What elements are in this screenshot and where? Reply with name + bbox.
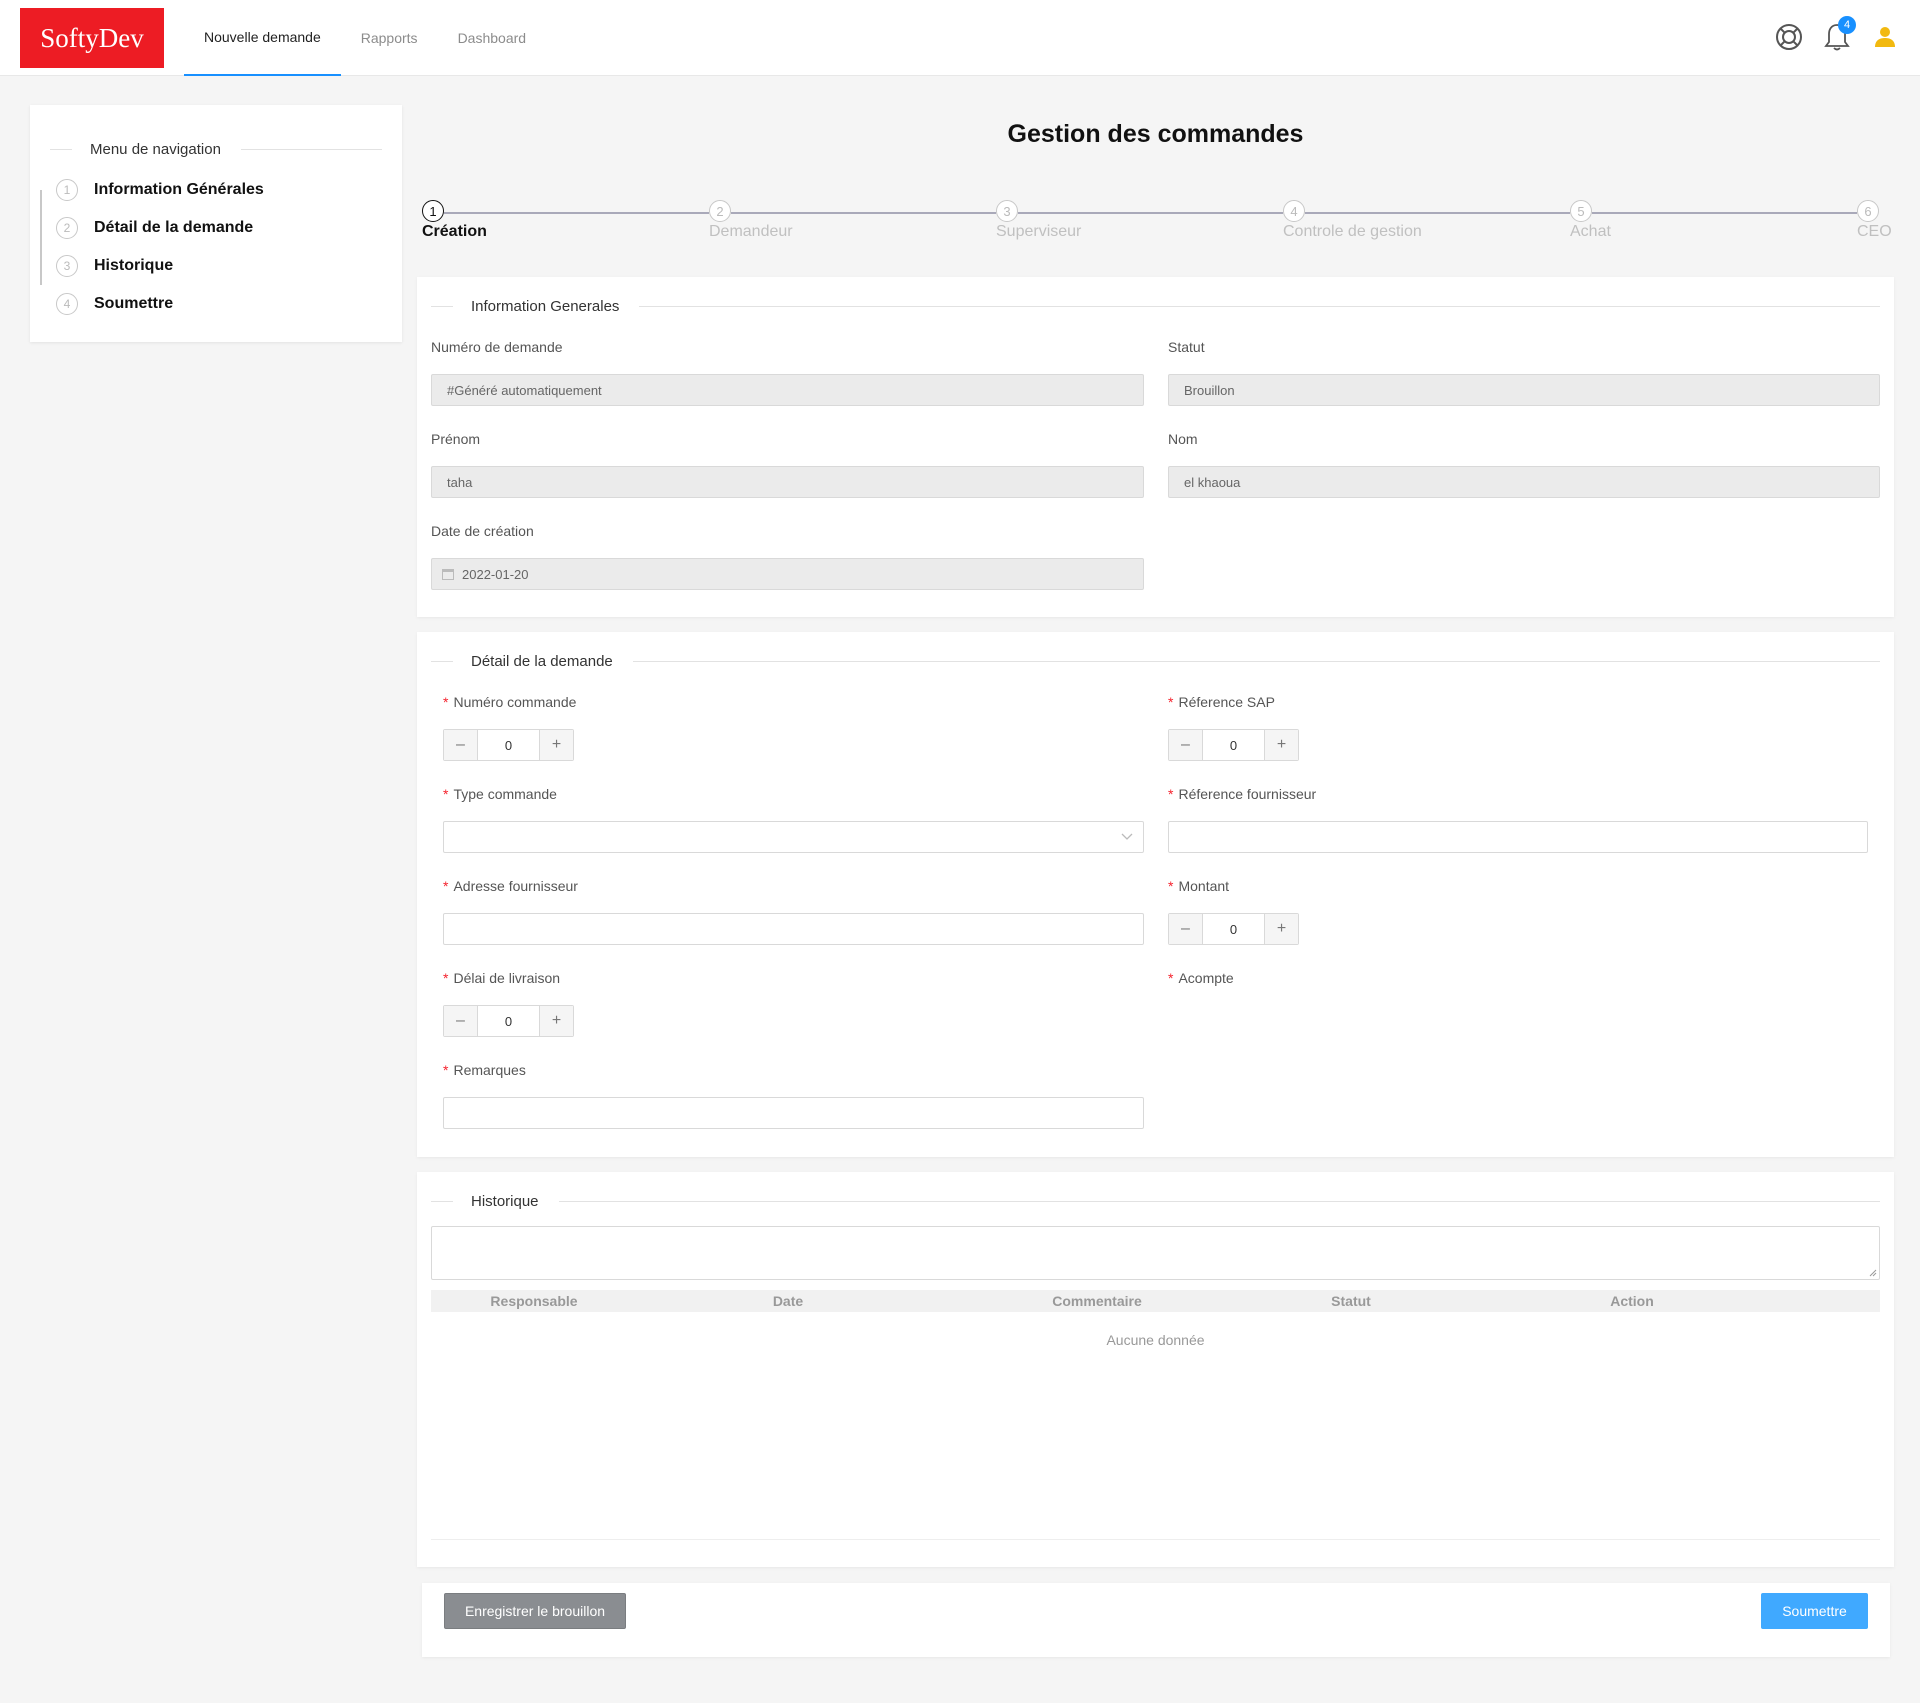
sidebar-steps: 1 Information Générales 2 Détail de la d… bbox=[56, 171, 264, 323]
nav-nouvelle-demande[interactable]: Nouvelle demande bbox=[184, 0, 341, 76]
step-superviseur: 3 Superviseur bbox=[996, 200, 1081, 240]
save-draft-button[interactable]: Enregistrer le brouillon bbox=[444, 1593, 626, 1629]
remarques-input[interactable] bbox=[443, 1097, 1144, 1129]
page-title: Gestion des commandes bbox=[1007, 120, 1304, 148]
sidebar-item-historique[interactable]: 3 Historique bbox=[56, 247, 264, 285]
historique-table-header: Responsable Date Commentaire Statut Acti… bbox=[431, 1290, 1880, 1312]
step-controle-gestion: 4 Controle de gestion bbox=[1283, 200, 1422, 240]
remarques-label: * Remarques bbox=[443, 1062, 526, 1078]
type-commande-select[interactable] bbox=[443, 821, 1144, 853]
information-generales-card: Information Generales Numéro de demande … bbox=[417, 277, 1894, 617]
numero-commande-input[interactable]: 0 bbox=[477, 730, 540, 760]
historique-empty-text: Aucune donnée bbox=[1106, 1332, 1205, 1348]
date-creation-label: Date de création bbox=[431, 523, 534, 539]
numero-demande-field: #Généré automatiquement bbox=[431, 374, 1144, 406]
delai-livraison-decrement[interactable]: – bbox=[444, 1006, 477, 1036]
numero-commande-label: * Numéro commande bbox=[443, 694, 577, 710]
step-demandeur: 2 Demandeur bbox=[709, 200, 793, 240]
column-action: Action bbox=[1610, 1293, 1654, 1309]
detail-demande-title: Détail de la demande bbox=[431, 653, 1880, 670]
column-commentaire: Commentaire bbox=[1052, 1293, 1142, 1309]
reference-fournisseur-input[interactable] bbox=[1168, 821, 1868, 853]
montant-stepper: – 0 + bbox=[1168, 913, 1299, 945]
sidebar-item-detail-demande[interactable]: 2 Détail de la demande bbox=[56, 209, 264, 247]
reference-sap-decrement[interactable]: – bbox=[1169, 730, 1202, 760]
reference-fournisseur-label: * Réference fournisseur bbox=[1168, 786, 1317, 802]
notification-badge: 4 bbox=[1838, 16, 1856, 34]
resize-handle-icon bbox=[1869, 1269, 1877, 1277]
historique-title: Historique bbox=[431, 1193, 1880, 1210]
step-achat: 5 Achat bbox=[1570, 200, 1611, 240]
delai-livraison-label: * Délai de livraison bbox=[443, 970, 561, 986]
sidebar-item-information-generales[interactable]: 1 Information Générales bbox=[56, 171, 264, 209]
nom-label: Nom bbox=[1168, 431, 1198, 447]
sidebar-title: Menu de navigation bbox=[50, 141, 382, 158]
montant-increment[interactable]: + bbox=[1265, 914, 1298, 944]
statut-label: Statut bbox=[1168, 339, 1205, 355]
delai-livraison-stepper: – 0 + bbox=[443, 1005, 574, 1037]
delai-livraison-input[interactable]: 0 bbox=[477, 1006, 540, 1036]
submit-button[interactable]: Soumettre bbox=[1761, 1593, 1868, 1629]
header-icons: 4 bbox=[1774, 16, 1900, 54]
chevron-down-icon bbox=[1121, 833, 1133, 840]
nom-field: el khaoua bbox=[1168, 466, 1880, 498]
acompte-label: * Acompte bbox=[1168, 970, 1234, 986]
notification-bell-icon[interactable]: 4 bbox=[1822, 16, 1856, 54]
historique-comment-textarea[interactable] bbox=[431, 1226, 1880, 1280]
sidebar-item-soumettre[interactable]: 4 Soumettre bbox=[56, 285, 264, 323]
nav-rapports[interactable]: Rapports bbox=[341, 0, 438, 76]
calendar-icon bbox=[442, 568, 454, 580]
user-avatar-icon[interactable] bbox=[1870, 20, 1900, 54]
delai-livraison-increment[interactable]: + bbox=[540, 1006, 573, 1036]
historique-card: Historique Responsable Date Commentaire … bbox=[417, 1172, 1894, 1567]
montant-label: * Montant bbox=[1168, 878, 1230, 894]
main-nav: Nouvelle demande Rapports Dashboard bbox=[184, 0, 546, 76]
type-commande-label: * Type commande bbox=[443, 786, 557, 802]
adresse-fournisseur-input[interactable] bbox=[443, 913, 1144, 945]
reference-sap-stepper: – 0 + bbox=[1168, 729, 1299, 761]
reference-sap-label: * Réference SAP bbox=[1168, 694, 1275, 710]
column-date: Date bbox=[772, 1293, 804, 1309]
numero-demande-label: Numéro de demande bbox=[431, 339, 563, 355]
statut-field: Brouillon bbox=[1168, 374, 1880, 406]
numero-commande-increment[interactable]: + bbox=[540, 730, 573, 760]
table-bottom-divider bbox=[431, 1539, 1880, 1540]
prenom-field: taha bbox=[431, 466, 1144, 498]
prenom-label: Prénom bbox=[431, 431, 481, 447]
reference-sap-input[interactable]: 0 bbox=[1202, 730, 1265, 760]
numero-commande-stepper: – 0 + bbox=[443, 729, 574, 761]
date-creation-field: 2022-01-20 bbox=[431, 558, 1144, 590]
montant-decrement[interactable]: – bbox=[1169, 914, 1202, 944]
softydev-logo[interactable]: SoftyDev bbox=[20, 8, 164, 68]
action-bar: Enregistrer le brouillon Soumettre bbox=[422, 1583, 1890, 1657]
workflow-steps: 1 Création 2 Demandeur 3 Superviseur 4 C… bbox=[422, 200, 1892, 250]
top-header: SoftyDev Nouvelle demande Rapports Dashb… bbox=[0, 0, 1920, 76]
sidebar-steps-line bbox=[40, 190, 42, 285]
help-lifebuoy-icon[interactable] bbox=[1774, 20, 1804, 54]
detail-demande-card: Détail de la demande * Numéro commande – … bbox=[417, 632, 1894, 1157]
navigation-sidebar: Menu de navigation 1 Information Général… bbox=[30, 105, 402, 342]
step-ceo: 6 CEO bbox=[1857, 200, 1892, 240]
column-responsable: Responsable bbox=[490, 1293, 578, 1309]
nav-dashboard[interactable]: Dashboard bbox=[438, 0, 547, 76]
column-statut: Statut bbox=[1331, 1293, 1371, 1309]
numero-commande-decrement[interactable]: – bbox=[444, 730, 477, 760]
step-creation: 1 Création bbox=[422, 200, 487, 240]
information-generales-title: Information Generales bbox=[431, 298, 1880, 315]
montant-input[interactable]: 0 bbox=[1202, 914, 1265, 944]
reference-sap-increment[interactable]: + bbox=[1265, 730, 1298, 760]
adresse-fournisseur-label: * Adresse fournisseur bbox=[443, 878, 578, 894]
